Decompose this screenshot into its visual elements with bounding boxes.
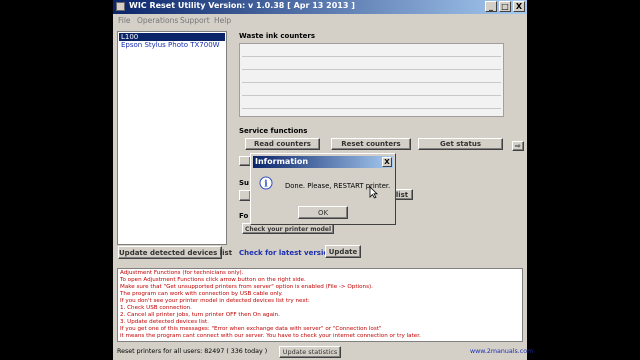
update-statistics-button[interactable]: Update statistics <box>279 346 341 358</box>
mouse-cursor-icon <box>369 186 378 199</box>
counter-row-line <box>242 56 501 57</box>
help-line: it means the program cant connect with o… <box>120 333 421 339</box>
section-label-fo: Fo <box>239 212 249 220</box>
counter-row-line <box>242 95 501 96</box>
update-button[interactable]: Update <box>325 245 361 258</box>
waste-ink-label: Waste ink counters <box>239 32 316 40</box>
section-label-su: Su <box>239 179 250 187</box>
menu-file[interactable]: File <box>118 16 131 25</box>
help-line: The program can work with connection by … <box>120 291 283 297</box>
help-line: 2. Cancel all printer jobs, turn printer… <box>120 312 280 318</box>
dialog-close-button[interactable]: X <box>382 157 392 167</box>
counter-row-line <box>242 69 501 70</box>
help-line: 3. Update detected devices list. <box>120 319 209 325</box>
dialog-title-bar[interactable]: Information X <box>253 156 393 168</box>
title-bar[interactable]: WIC Reset Utility Version: v 1.0.38 [ Ap… <box>113 0 527 14</box>
counter-row-line <box>242 82 501 83</box>
printer-list[interactable]: L100 Epson Stylus Photo TX700W <box>117 31 227 245</box>
reset-count-text: Reset printers for all users: 82497 ( 33… <box>117 348 268 355</box>
info-icon: i <box>259 176 273 190</box>
maximize-button[interactable]: □ <box>499 1 511 12</box>
help-line: If you don't see your printer model in d… <box>120 298 310 304</box>
printer-item-tx700w[interactable]: Epson Stylus Photo TX700W <box>121 41 220 49</box>
get-status-button[interactable]: Get status <box>418 138 503 150</box>
app-icon <box>116 2 125 11</box>
check-version-label: Check for latest version <box>239 249 334 257</box>
window-title: WIC Reset Utility Version: v 1.0.38 [ Ap… <box>129 1 355 10</box>
menu-operations[interactable]: Operations <box>137 16 178 25</box>
ok-button[interactable]: OK <box>298 206 348 219</box>
close-button[interactable]: X <box>513 1 525 12</box>
website-link[interactable]: www.2manuals.com <box>470 348 533 355</box>
service-functions-label: Service functions <box>239 127 308 135</box>
help-line: 1. Check USB connection. <box>120 305 192 311</box>
help-text-area[interactable]: Adjustment Functions (for technicians on… <box>117 268 523 342</box>
expand-arrow-button[interactable]: ⇨ <box>512 141 524 151</box>
printer-item-l100[interactable]: L100 <box>119 33 225 41</box>
counter-row-line <box>242 108 501 109</box>
status-bar: Reset printers for all users: 82497 ( 33… <box>113 345 533 360</box>
update-devices-button[interactable]: Update detected devices list <box>118 246 232 259</box>
help-line: To open Adjustment Functions click arrow… <box>120 277 306 283</box>
read-counters-button[interactable]: Read counters <box>245 138 320 150</box>
svg-text:i: i <box>264 180 268 190</box>
menu-bar: File Operations Support Help <box>113 14 527 27</box>
waste-ink-counters-box <box>239 43 504 117</box>
menu-support[interactable]: Support <box>180 16 210 25</box>
reset-counters-button[interactable]: Reset counters <box>331 138 411 150</box>
help-line: If you get one of this messages: "Error … <box>120 326 382 332</box>
dialog-title: Information <box>255 157 309 166</box>
help-line: Adjustment Functions (for technicians on… <box>120 270 244 276</box>
help-line: Make sure that "Get unsupported printers… <box>120 284 373 290</box>
minimize-button[interactable]: _ <box>485 1 497 12</box>
menu-help[interactable]: Help <box>214 16 231 25</box>
